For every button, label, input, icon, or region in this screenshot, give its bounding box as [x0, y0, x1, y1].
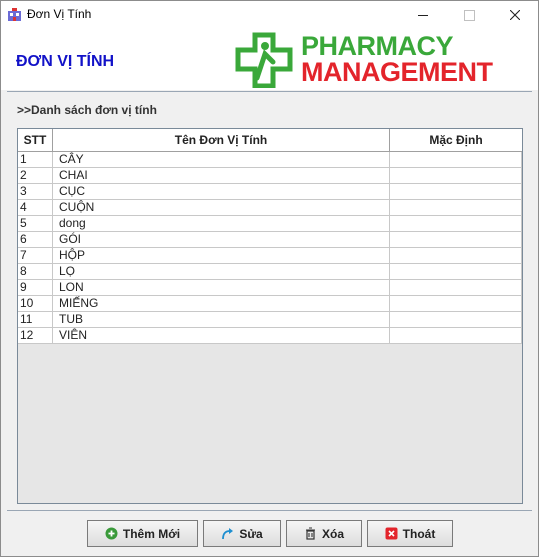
table-row[interactable]: 9 LON	[18, 280, 522, 296]
footer-divider	[7, 510, 532, 511]
section-title: >>Danh sách đơn vị tính	[17, 103, 157, 117]
close-icon	[510, 10, 520, 20]
header-panel: ĐƠN VỊ TÍNH PHARMACY MANAGEMENT	[1, 29, 538, 90]
cell-default[interactable]	[390, 216, 522, 232]
cell-default[interactable]	[390, 248, 522, 264]
edit-icon	[221, 527, 234, 540]
column-header-stt[interactable]: STT	[18, 129, 53, 151]
cell-stt[interactable]: 6	[18, 232, 53, 248]
cell-default[interactable]	[390, 296, 522, 312]
maximize-button[interactable]	[446, 1, 492, 29]
cell-default[interactable]	[390, 264, 522, 280]
table-row[interactable]: 6 GÓI	[18, 232, 522, 248]
close-button[interactable]	[492, 1, 538, 29]
table-row[interactable]: 12 VIÊN	[18, 328, 522, 344]
edit-button-label: Sửa	[239, 526, 263, 541]
add-button[interactable]: Thêm Mới	[87, 520, 198, 547]
cell-default[interactable]	[390, 280, 522, 296]
cell-stt[interactable]: 4	[18, 200, 53, 216]
exit-icon	[385, 527, 398, 540]
table-row[interactable]: 3 CỤC	[18, 184, 522, 200]
cell-name[interactable]: dong	[53, 216, 390, 232]
table-row[interactable]: 8 LỌ	[18, 264, 522, 280]
cell-name[interactable]: CỤC	[53, 184, 390, 200]
cell-name[interactable]: CUỘN	[53, 200, 390, 216]
table-row[interactable]: 1 CÂY	[18, 152, 522, 168]
column-header-name[interactable]: Tên Đơn Vị Tính	[53, 129, 390, 151]
cell-name[interactable]: HỘP	[53, 248, 390, 264]
delete-button[interactable]: Xóa	[286, 520, 362, 547]
table-body: 1 CÂY 2 CHAI 3 CỤC 4 CUỘN 5 dong 6 GÓI 7 HỘP 8 LỌ 9 LON 10…	[18, 152, 522, 344]
cell-stt[interactable]: 12	[18, 328, 53, 344]
cell-stt[interactable]: 2	[18, 168, 53, 184]
cell-default[interactable]	[390, 184, 522, 200]
cell-name[interactable]: VIÊN	[53, 328, 390, 344]
cell-name[interactable]: CÂY	[53, 152, 390, 168]
edit-button[interactable]: Sửa	[203, 520, 281, 547]
cell-name[interactable]: TUB	[53, 312, 390, 328]
header-divider	[7, 91, 532, 92]
title-bar[interactable]: Đơn Vị Tính	[1, 1, 538, 29]
cell-default[interactable]	[390, 168, 522, 184]
cell-name[interactable]: MIẾNG	[53, 296, 390, 312]
cell-stt[interactable]: 9	[18, 280, 53, 296]
add-icon	[105, 527, 118, 540]
cell-stt[interactable]: 3	[18, 184, 53, 200]
unit-table[interactable]: STT Tên Đơn Vị Tính Mặc Định 1 CÂY 2 CHAI 3 C…	[17, 128, 523, 504]
table-header: STT Tên Đơn Vị Tính Mặc Định	[18, 129, 522, 152]
content-area: ĐƠN VỊ TÍNH PHARMACY MANAGEMENT >>Danh s…	[1, 29, 538, 556]
table-row[interactable]: 4 CUỘN	[18, 200, 522, 216]
logo-text-management: MANAGEMENT	[301, 57, 493, 87]
cell-default[interactable]	[390, 328, 522, 344]
table-row[interactable]: 2 CHAI	[18, 168, 522, 184]
column-header-default[interactable]: Mặc Định	[390, 129, 522, 151]
form-title: ĐƠN VỊ TÍNH	[16, 53, 115, 70]
cell-stt[interactable]: 10	[18, 296, 53, 312]
cell-default[interactable]	[390, 200, 522, 216]
app-icon	[8, 8, 21, 21]
cell-stt[interactable]: 8	[18, 264, 53, 280]
exit-button-label: Thoát	[402, 526, 436, 541]
minimize-icon	[418, 14, 428, 16]
pharmacy-logo: PHARMACY MANAGEMENT	[235, 31, 535, 90]
cell-stt[interactable]: 5	[18, 216, 53, 232]
exit-button[interactable]: Thoát	[367, 520, 453, 547]
window-title: Đơn Vị Tính	[27, 7, 92, 21]
delete-button-label: Xóa	[321, 526, 344, 541]
maximize-icon	[463, 9, 475, 21]
minimize-button[interactable]	[400, 1, 446, 29]
cell-default[interactable]	[390, 232, 522, 248]
trash-icon	[304, 527, 317, 540]
cell-stt[interactable]: 11	[18, 312, 53, 328]
table-row[interactable]: 10 MIẾNG	[18, 296, 522, 312]
cell-name[interactable]: LỌ	[53, 264, 390, 280]
cell-name[interactable]: LON	[53, 280, 390, 296]
app-window: Đơn Vị Tính ĐƠN VỊ TÍNH PHARMACY MANAGEM…	[0, 0, 539, 557]
cell-stt[interactable]: 7	[18, 248, 53, 264]
cell-default[interactable]	[390, 152, 522, 168]
table-row[interactable]: 7 HỘP	[18, 248, 522, 264]
cell-default[interactable]	[390, 312, 522, 328]
table-row[interactable]: 5 dong	[18, 216, 522, 232]
table-row[interactable]: 11 TUB	[18, 312, 522, 328]
pharmacy-cross-icon	[235, 32, 293, 88]
add-button-label: Thêm Mới	[122, 526, 181, 541]
cell-stt[interactable]: 1	[18, 152, 53, 168]
cell-name[interactable]: CHAI	[53, 168, 390, 184]
cell-name[interactable]: GÓI	[53, 232, 390, 248]
